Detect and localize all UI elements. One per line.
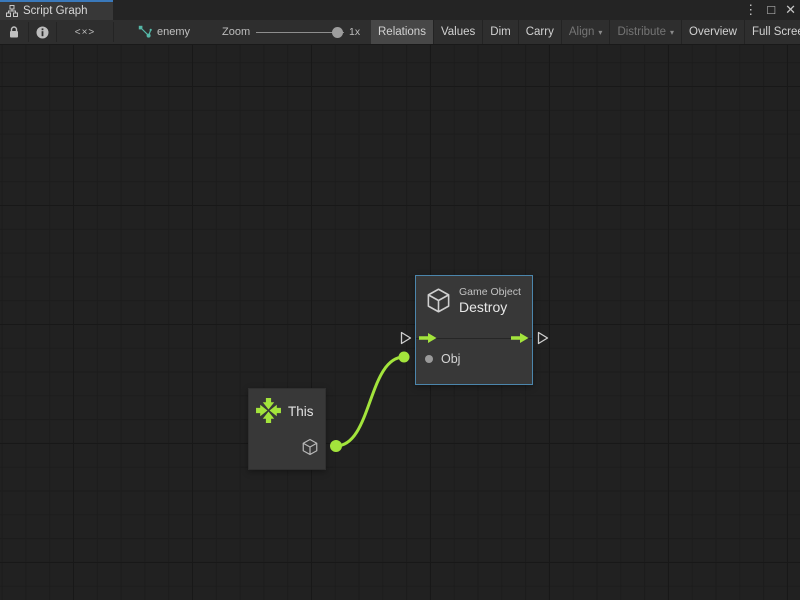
carry-button[interactable]: Carry: [519, 20, 561, 44]
padlock-icon: [8, 26, 20, 39]
window-menu-icon[interactable]: ⋮: [744, 0, 757, 20]
destroy-obj-input-port[interactable]: [399, 352, 410, 363]
cube-wireframe-icon: [425, 287, 452, 314]
overview-button[interactable]: Overview: [682, 20, 744, 44]
zoom-slider-track[interactable]: [256, 32, 344, 34]
cube-output-icon: [301, 438, 319, 456]
node-title: This: [288, 404, 314, 419]
zoom-value: 1x: [349, 20, 360, 44]
node-this[interactable]: This: [248, 388, 326, 470]
angle-brackets-x-icon: <×>: [75, 27, 96, 38]
chevron-down-icon: ▾: [598, 28, 602, 37]
graph-toolbar: <×> enemy Zoom 1x Relations Values Dim: [0, 20, 800, 45]
breadcrumb-label: enemy: [157, 26, 190, 38]
zoom-label: Zoom: [222, 20, 250, 44]
tab-script-graph[interactable]: Script Graph: [0, 0, 113, 20]
flow-out-arrow-icon: [511, 332, 529, 344]
obj-port-label: Obj: [441, 352, 460, 366]
zoom-slider-thumb[interactable]: [332, 27, 343, 38]
relations-button[interactable]: Relations: [371, 20, 433, 44]
info-button[interactable]: [29, 20, 56, 44]
node-category: Game Object: [459, 286, 521, 298]
chevron-down-icon: ▾: [670, 28, 674, 37]
obj-port-dot[interactable]: [425, 355, 433, 363]
flow-in-arrow-icon: [419, 332, 437, 344]
converging-arrows-icon: [255, 397, 282, 424]
connection-wire[interactable]: [336, 357, 404, 446]
breadcrumb[interactable]: enemy: [138, 20, 190, 44]
dim-button[interactable]: Dim: [483, 20, 517, 44]
flow-output-port-triangle-icon[interactable]: [536, 330, 550, 346]
align-dropdown[interactable]: Align ▾: [562, 20, 610, 44]
toolbar-buttons: Relations Values Dim Carry Align ▾ Distr…: [371, 20, 800, 44]
script-graph-window: Script Graph ⋮ □ ✕ <×>: [0, 0, 800, 600]
full-screen-button[interactable]: Full Screen: [745, 20, 800, 44]
lock-button[interactable]: [0, 20, 28, 44]
node-title: Destroy: [459, 299, 507, 315]
hierarchy-graph-icon: [6, 5, 18, 17]
this-output-port[interactable]: [330, 440, 342, 452]
node-destroy[interactable]: Game Object Destroy Obj: [415, 275, 533, 385]
graph-canvas[interactable]: Game Object Destroy Obj: [0, 45, 800, 600]
tab-title: Script Graph: [23, 5, 88, 17]
tab-strip: Script Graph ⋮ □ ✕: [0, 0, 800, 20]
wire-layer: [0, 45, 800, 600]
values-button[interactable]: Values: [434, 20, 482, 44]
info-circle-icon: [36, 26, 49, 39]
flow-input-port-triangle-icon[interactable]: [399, 330, 413, 346]
window-maximize-icon[interactable]: □: [767, 0, 775, 20]
window-close-icon[interactable]: ✕: [785, 0, 796, 20]
teal-graph-icon: [138, 25, 152, 39]
distribute-dropdown[interactable]: Distribute ▾: [610, 20, 681, 44]
code-preview-button[interactable]: <×>: [57, 20, 113, 44]
